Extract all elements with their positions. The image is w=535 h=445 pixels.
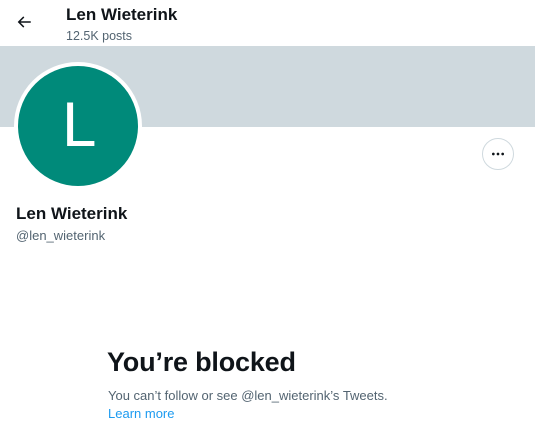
learn-more-link[interactable]: Learn more xyxy=(108,406,174,422)
back-button[interactable] xyxy=(8,6,40,38)
header-posts-count: 12.5K posts xyxy=(66,29,133,43)
header-name: Len Wieterink xyxy=(66,5,178,24)
blocked-description: You can’t follow or see @len_wieterink’s… xyxy=(108,388,388,403)
profile-handle: @len_wieterink xyxy=(16,228,106,243)
top-header: Len Wieterink 12.5K posts xyxy=(0,0,535,46)
blocked-title: You’re blocked xyxy=(107,347,296,377)
avatar[interactable]: L xyxy=(14,62,142,190)
avatar-circle: L xyxy=(18,66,138,186)
profile-page: Len Wieterink 12.5K posts L Len Wieterin… xyxy=(0,0,535,445)
more-options-button[interactable] xyxy=(482,138,514,170)
profile-name: Len Wieterink xyxy=(16,204,128,223)
avatar-letter: L xyxy=(61,91,95,161)
more-horizontal-icon xyxy=(492,152,504,156)
arrow-left-icon xyxy=(17,16,31,28)
